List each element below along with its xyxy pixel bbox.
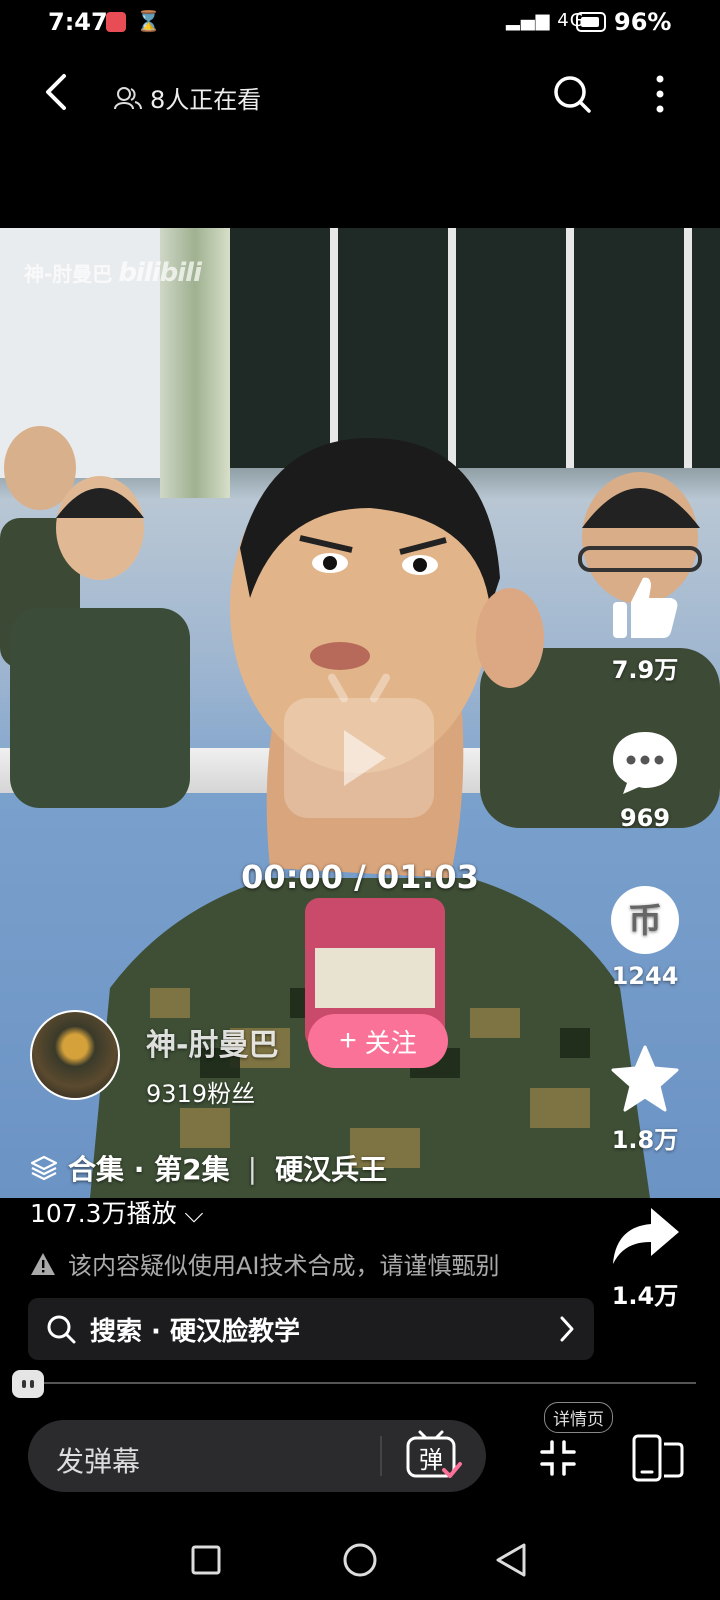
device-switch-icon[interactable] bbox=[632, 1434, 684, 1482]
follow-label: 关注 bbox=[364, 1027, 417, 1058]
status-time: 7:47 bbox=[48, 8, 108, 36]
ai-warning: 该内容疑似使用AI技术合成，请谨慎甄别 bbox=[30, 1246, 500, 1281]
system-nav-bar bbox=[0, 1524, 720, 1600]
video-watermark: 神-肘曼巴 bilibili bbox=[24, 258, 202, 288]
top-bar: 8人正在看 bbox=[0, 60, 720, 130]
fan-count: 9319粉丝 bbox=[146, 1080, 256, 1108]
favorite-button[interactable]: 1.8万 bbox=[590, 1044, 700, 1155]
back-arrow-icon[interactable] bbox=[38, 72, 78, 112]
exit-fullscreen-icon[interactable] bbox=[538, 1438, 578, 1478]
watermark-brand: bilibili bbox=[118, 258, 202, 288]
detail-page-tag[interactable]: 详情页 bbox=[544, 1402, 613, 1433]
comment-count: 969 bbox=[619, 804, 671, 832]
thumbs-up-icon bbox=[613, 577, 678, 638]
coin-count: 1244 bbox=[611, 962, 679, 990]
author-avatar[interactable] bbox=[30, 1010, 120, 1100]
like-count: 7.9万 bbox=[611, 656, 679, 684]
coin-button[interactable]: 币 1244 bbox=[590, 884, 700, 990]
related-search-bar[interactable]: 搜索 · 硬汉脸教学 bbox=[28, 1298, 594, 1360]
back-triangle-icon[interactable] bbox=[494, 1542, 528, 1578]
more-options-icon[interactable] bbox=[650, 74, 670, 114]
chevron-down-icon: ⌵ bbox=[184, 1199, 204, 1228]
share-count: 1.4万 bbox=[611, 1282, 679, 1310]
related-search-label: 搜索 · 硬汉脸教学 bbox=[90, 1316, 300, 1347]
coin-glyph: 币 bbox=[628, 901, 662, 941]
recents-icon[interactable] bbox=[190, 1544, 222, 1576]
comment-button[interactable]: 969 bbox=[590, 728, 700, 832]
watermark-name: 神-肘曼巴 bbox=[24, 262, 113, 286]
favorite-count: 1.8万 bbox=[611, 1126, 679, 1154]
layers-icon bbox=[30, 1155, 58, 1181]
share-arrow-icon bbox=[613, 1208, 679, 1264]
search-icon bbox=[47, 1315, 76, 1344]
progress-handle[interactable] bbox=[12, 1370, 44, 1398]
viewer-count: 8人正在看 bbox=[114, 80, 261, 115]
viewer-count-label: 8人正在看 bbox=[150, 86, 262, 114]
plus-icon: + bbox=[339, 1024, 357, 1057]
comment-bubble-icon bbox=[613, 732, 677, 794]
danmaku-toggle-icon[interactable]: 弹 bbox=[404, 1430, 462, 1482]
collection-title: 硬汉兵王 bbox=[275, 1153, 388, 1186]
share-button[interactable]: 1.4万 bbox=[590, 1204, 700, 1311]
play-count-label: 107.3万播放 bbox=[30, 1199, 177, 1228]
ai-warning-text: 该内容疑似使用AI技术合成，请谨慎甄别 bbox=[68, 1252, 500, 1280]
like-button[interactable]: 7.9万 bbox=[590, 572, 700, 685]
coin-icon: 币 bbox=[611, 886, 679, 954]
home-icon[interactable] bbox=[342, 1542, 378, 1578]
danmaku-divider bbox=[380, 1436, 382, 1476]
danmaku-input[interactable]: 发弹幕 弹 bbox=[28, 1420, 486, 1492]
danmaku-placeholder: 发弹幕 bbox=[56, 1445, 141, 1478]
signal-icon: ▂▄▆ 4G bbox=[506, 10, 585, 31]
danmaku-toggle-label: 弹 bbox=[419, 1446, 443, 1474]
video-progress-bar[interactable] bbox=[26, 1382, 696, 1384]
battery-percent: 96% bbox=[614, 8, 672, 36]
collection-row[interactable]: 合集 · 第2集 | 硬汉兵王 bbox=[30, 1148, 387, 1188]
app-notification-icon bbox=[106, 12, 126, 32]
status-bar: 7:47 ⌛ ▂▄▆ 4G 96% bbox=[0, 0, 720, 48]
people-icon bbox=[114, 86, 142, 109]
play-count[interactable]: 107.3万播放 ⌵ bbox=[30, 1194, 203, 1230]
collection-label: 合集 · 第2集 bbox=[68, 1153, 230, 1186]
chevron-right-icon bbox=[560, 1316, 574, 1342]
battery-icon bbox=[576, 12, 606, 32]
author-name[interactable]: 神-肘曼巴 bbox=[146, 1020, 278, 1064]
play-button[interactable] bbox=[284, 672, 434, 818]
hourglass-icon: ⌛ bbox=[136, 9, 161, 33]
search-icon[interactable] bbox=[552, 74, 592, 114]
star-icon bbox=[611, 1045, 679, 1112]
follow-button[interactable]: + 关注 bbox=[308, 1014, 448, 1068]
warning-icon bbox=[31, 1252, 55, 1275]
collection-divider: | bbox=[247, 1151, 258, 1185]
